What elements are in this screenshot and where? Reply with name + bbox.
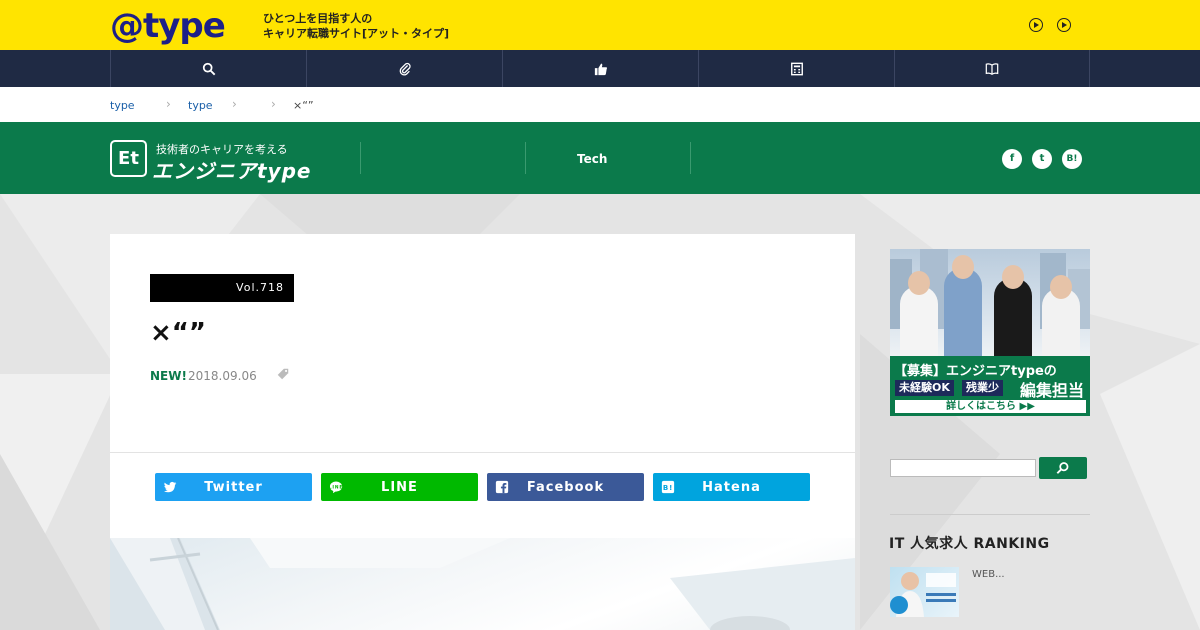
banner-text-panel: 【募集】エンジニアtypeの 未経験OK 残業少 編集担当 詳しくはこちら ▶▶: [890, 356, 1090, 416]
banner-role: 編集担当: [1020, 381, 1085, 400]
attype-logo[interactable]: @type: [110, 6, 226, 46]
person-head: [908, 271, 930, 295]
search-input[interactable]: [890, 459, 1036, 477]
person-head: [1002, 265, 1024, 289]
hatena-icon: B!: [661, 480, 675, 494]
nav-clip[interactable]: [306, 50, 502, 87]
search-icon: [1056, 462, 1069, 474]
nav-book[interactable]: [894, 50, 1090, 87]
site-nav-item-tech[interactable]: Tech: [577, 152, 647, 166]
breadcrumb: type › type › › ×“”: [0, 87, 1200, 122]
person-figure: [900, 286, 938, 356]
new-label: NEW!: [150, 369, 187, 383]
svg-text:LINE: LINE: [329, 484, 343, 490]
person-figure: [994, 278, 1032, 356]
publish-date: 2018.09.06: [188, 369, 257, 383]
category-nav: [0, 50, 1200, 87]
share-line-label: LINE: [381, 479, 418, 495]
banner-details-link[interactable]: 詳しくはこちら ▶▶: [895, 400, 1086, 413]
share-line-button[interactable]: LINE LINE: [321, 473, 478, 501]
nav-divider: [690, 142, 691, 174]
banner-photo: [890, 249, 1090, 356]
share-twitter-label: Twitter: [204, 479, 263, 495]
ranking-item-thumbnail[interactable]: [890, 567, 959, 617]
engineer-type-logo[interactable]: エンジニアtype: [152, 155, 311, 184]
share-facebook-label: Facebook: [526, 479, 605, 495]
facebook-icon: [495, 480, 509, 494]
person-head: [1050, 275, 1072, 299]
hero-room-illustration: [110, 538, 855, 630]
thumbs-up-icon: [594, 63, 607, 75]
article-title: ×“”: [150, 318, 206, 348]
nav-search[interactable]: [110, 50, 306, 87]
share-facebook-button[interactable]: Facebook: [487, 473, 644, 501]
tagline-line-1: ひとつ上を目指す人の: [263, 12, 373, 25]
sidebar-divider: [890, 514, 1090, 515]
tag-icon[interactable]: [276, 367, 290, 381]
line-icon: LINE: [329, 481, 343, 494]
card-divider: [110, 452, 855, 453]
breadcrumb-link-type[interactable]: type: [188, 99, 213, 112]
share-twitter-button[interactable]: Twitter: [155, 473, 312, 501]
twitter-icon: [163, 481, 177, 493]
topbar-icons: [1029, 18, 1071, 32]
hatena-icon[interactable]: B!: [1062, 149, 1082, 169]
attype-tagline: ひとつ上を目指す人の キャリア転職サイト[アット・タイプ]: [263, 11, 449, 41]
paperclip-icon: [399, 62, 411, 75]
nav-divider: [525, 142, 526, 174]
engineer-type-logo-mark[interactable]: Et: [110, 140, 147, 177]
breadcrumb-link-type[interactable]: type: [110, 99, 135, 112]
site-header: Et 技術者のキャリアを考える エンジニアtype Tech f t B!: [0, 122, 1200, 194]
facebook-icon[interactable]: f: [1002, 149, 1022, 169]
article-card: Vol.718 ×“” NEW! 2018.09.06 Twitter LINE…: [110, 234, 855, 630]
play-circle-icon[interactable]: [1029, 18, 1043, 32]
breadcrumb-separator: ›: [232, 97, 237, 111]
search-icon: [202, 62, 215, 75]
share-hatena-label: Hatena: [702, 479, 761, 495]
banner-pill-less-overtime: 残業少: [962, 380, 1003, 396]
volume-badge: Vol.718: [150, 274, 294, 302]
breadcrumb-separator: ›: [271, 97, 276, 111]
play-circle-icon[interactable]: [1057, 18, 1071, 32]
person-head: [952, 255, 974, 279]
nav-divider: [360, 142, 361, 174]
attype-header: @type ひとつ上を目指す人の キャリア転職サイト[アット・タイプ]: [0, 0, 1200, 50]
breadcrumb-current: ×“”: [293, 99, 314, 112]
person-figure: [944, 268, 982, 356]
svg-text:B!: B!: [663, 484, 673, 492]
banner-pill-inexperienced-ok: 未経験OK: [895, 380, 954, 396]
ranking-title: IT 人気求人 RANKING: [889, 536, 1050, 552]
breadcrumb-separator: ›: [166, 97, 171, 111]
nav-like[interactable]: [502, 50, 698, 87]
calculator-icon: [790, 62, 803, 75]
share-hatena-button[interactable]: B! Hatena: [653, 473, 810, 501]
nav-calc[interactable]: [698, 50, 894, 87]
tagline-line-2: キャリア転職サイト[アット・タイプ]: [263, 27, 450, 40]
search-button[interactable]: [1039, 457, 1087, 479]
open-book-icon: [985, 62, 999, 75]
recruit-banner-ad[interactable]: 【募集】エンジニアtypeの 未経験OK 残業少 編集担当 詳しくはこちら ▶▶: [890, 249, 1090, 416]
twitter-icon[interactable]: t: [1032, 149, 1052, 169]
ranking-item-title[interactable]: WEB...: [972, 569, 1005, 580]
article-hero-image: [110, 538, 855, 630]
ranking-thumbnail-graphic: [890, 572, 956, 617]
